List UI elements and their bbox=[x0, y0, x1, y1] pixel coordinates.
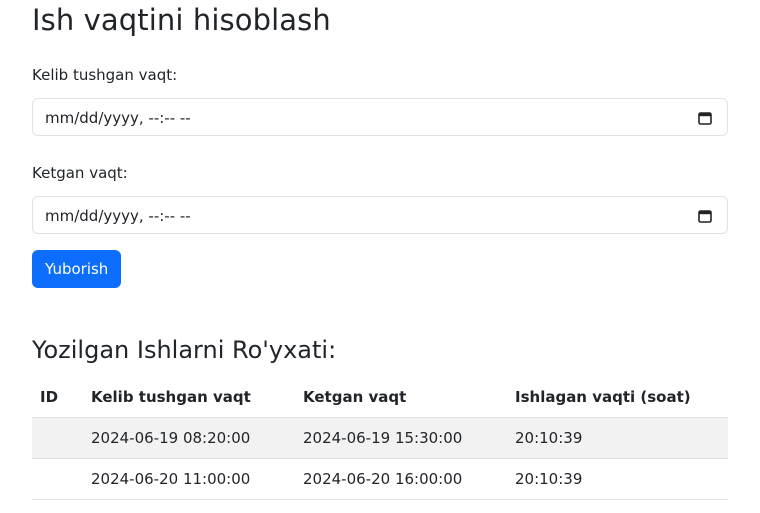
submit-button[interactable]: Yuborish bbox=[32, 250, 122, 288]
arrival-time-label: Kelib tushgan vaqt: bbox=[32, 66, 178, 84]
cell-departure: 2024-06-19 15:30:00 bbox=[295, 417, 507, 459]
table-row: 2024-06-19 08:20:00 2024-06-19 15:30:00 … bbox=[32, 417, 728, 459]
cell-arrival: 2024-06-19 08:20:00 bbox=[83, 417, 295, 459]
cell-id bbox=[32, 417, 83, 459]
page-title: Ish vaqtini hisoblash bbox=[32, 3, 331, 37]
header-id: ID bbox=[32, 377, 83, 418]
cell-id bbox=[32, 458, 83, 500]
cell-arrival: 2024-06-20 11:00:00 bbox=[83, 458, 295, 500]
arrival-time-input[interactable]: mm/dd/yyyy, --:-- -- bbox=[32, 98, 728, 136]
departure-time-label: Ketgan vaqt: bbox=[32, 164, 128, 182]
table-row: 2024-06-20 11:00:00 2024-06-20 16:00:00 … bbox=[32, 458, 728, 500]
main-container: Ish vaqtini hisoblash Kelib tushgan vaqt… bbox=[32, 0, 728, 500]
departure-time-input[interactable]: mm/dd/yyyy, --:-- -- bbox=[32, 196, 728, 234]
work-list-table: ID Kelib tushgan vaqt Ketgan vaqt Ishlag… bbox=[32, 377, 728, 500]
calendar-icon[interactable] bbox=[698, 209, 712, 223]
cell-departure: 2024-06-20 16:00:00 bbox=[295, 458, 507, 500]
header-arrival: Kelib tushgan vaqt bbox=[83, 377, 295, 418]
table-header-row: ID Kelib tushgan vaqt Ketgan vaqt Ishlag… bbox=[32, 377, 728, 418]
header-worked: Ishlagan vaqti (soat) bbox=[507, 377, 728, 418]
arrival-time-value[interactable]: mm/dd/yyyy, --:-- -- bbox=[45, 108, 191, 128]
departure-time-value[interactable]: mm/dd/yyyy, --:-- -- bbox=[45, 206, 191, 226]
cell-worked: 20:10:39 bbox=[507, 458, 728, 500]
cell-worked: 20:10:39 bbox=[507, 417, 728, 459]
work-list-title: Yozilgan Ishlarni Ro'yxati: bbox=[32, 336, 337, 364]
header-departure: Ketgan vaqt bbox=[295, 377, 507, 418]
work-time-form: Kelib tushgan vaqt: mm/dd/yyyy, --:-- --… bbox=[32, 65, 728, 288]
calendar-icon[interactable] bbox=[698, 111, 712, 125]
